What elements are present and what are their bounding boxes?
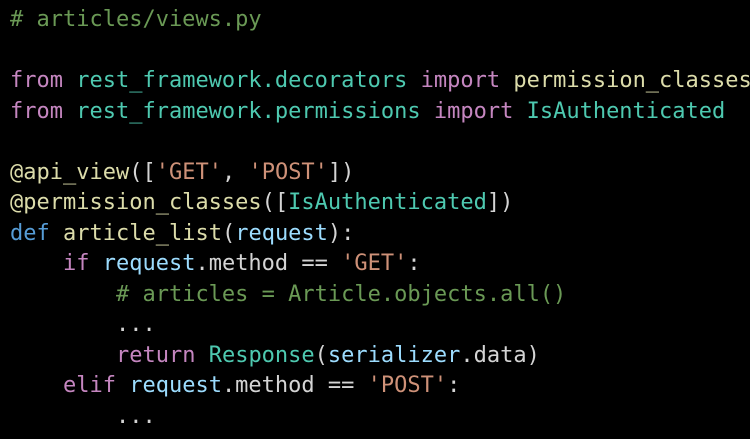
- code-token-plain: (: [314, 342, 328, 368]
- code-line: def article_list(request):: [10, 218, 354, 250]
- code-token-plain: ]): [327, 159, 355, 185]
- code-token-string: 'POST': [248, 159, 328, 185]
- code-token-keyword: elif: [62, 373, 116, 398]
- code-token-plain: ]): [486, 190, 514, 215]
- code-line: elif request.method == 'POST':: [10, 370, 460, 402]
- code-token-plain: ,: [221, 159, 249, 185]
- code-token-variable: request: [129, 373, 222, 398]
- code-editor[interactable]: # articles/views.py from rest_framework.d…: [0, 0, 750, 439]
- code-token-variable: request: [235, 220, 328, 246]
- code-token-plain: :: [407, 251, 421, 276]
- code-token-plain: :: [447, 373, 461, 398]
- code-token-string: 'POST': [367, 373, 448, 398]
- code-token-plain: ...: [10, 403, 156, 429]
- code-token-plain: .method ==: [195, 251, 342, 276]
- code-token-keyword: if: [62, 251, 90, 276]
- code-line: @api_view(['GET', 'POST']): [10, 157, 354, 189]
- code-token-plain: (: [221, 220, 236, 246]
- code-token-def-keyword: def: [10, 220, 50, 246]
- code-token-keyword: import: [420, 68, 501, 93]
- code-token-comment: # articles = Article.objects.all(): [115, 281, 567, 307]
- code-token-variable: serializer: [327, 342, 461, 368]
- code-line: ...: [10, 401, 156, 433]
- code-token-keyword: import: [433, 98, 514, 124]
- code-token-function: permission_classes: [513, 68, 750, 93]
- code-token-comment: # articles/views.py: [10, 7, 262, 32]
- code-token-module: rest_framework.permissions: [76, 98, 421, 124]
- code-token-plain: ):: [327, 220, 355, 246]
- code-token-plain: .data): [460, 342, 540, 368]
- code-line: from rest_framework.permissions import I…: [10, 96, 725, 128]
- code-token-plain: ([: [129, 159, 156, 185]
- code-token-variable: request: [102, 251, 196, 276]
- code-line: @permission_classes([IsAuthenticated]): [10, 187, 513, 219]
- code-token-string: 'GET': [155, 159, 222, 185]
- code-line: if request.method == 'GET':: [10, 248, 421, 280]
- code-line: return Response(serializer.data): [10, 340, 540, 372]
- code-token-keyword: from: [10, 68, 63, 93]
- code-token-type: IsAuthenticated: [288, 190, 487, 215]
- code-token-function: @permission_classes: [10, 190, 262, 215]
- code-token-type: IsAuthenticated: [526, 98, 726, 124]
- code-line: from rest_framework.decorators import pe…: [10, 65, 750, 97]
- code-line: ...: [10, 309, 156, 341]
- code-token-plain: .method ==: [221, 373, 368, 398]
- code-line: # articles/views.py: [10, 4, 262, 36]
- code-token-string: 'GET': [341, 251, 408, 276]
- code-token-function: article_list: [63, 220, 222, 246]
- code-token-plain: ([: [261, 190, 289, 215]
- code-token-keyword: return: [115, 342, 196, 368]
- code-token-module: rest_framework.decorators: [76, 68, 408, 93]
- code-token-plain: ...: [10, 312, 156, 337]
- code-token-function: @api_view: [10, 159, 130, 185]
- code-line: # articles = Article.objects.all(): [10, 279, 566, 311]
- code-token-keyword: from: [10, 98, 63, 124]
- code-token-type: Response: [208, 342, 315, 368]
